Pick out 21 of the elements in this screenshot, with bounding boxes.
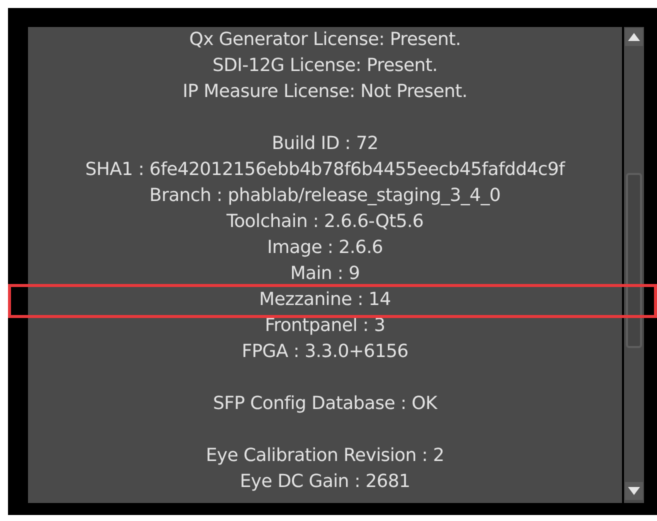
down-arrow-icon — [628, 487, 640, 495]
scroll-down-button[interactable] — [625, 482, 643, 500]
scroll-up-button[interactable] — [625, 28, 643, 46]
info-line: Image : 2.6.6 — [267, 237, 383, 258]
up-arrow-icon — [628, 33, 640, 41]
info-line: SHA1 : 6fe42012156ebb4b78f6b4455eecb45fafdd4c9f — [85, 159, 565, 180]
info-line: Toolchain : 2.6.6-Qt5.6 — [226, 211, 424, 232]
info-line: Branch : phablab/release_staging_3_4_0 — [149, 185, 501, 206]
info-line: SFP Config Database : OK — [213, 393, 437, 414]
info-line: Frontpanel : 3 — [264, 315, 386, 336]
info-line: SDI-12G License: Present. — [212, 55, 438, 76]
info-line: Eye Calibration Revision : 2 — [206, 445, 444, 466]
info-line: Qx Generator License: Present. — [189, 29, 461, 50]
info-line: IP Measure License: Not Present. — [182, 81, 468, 102]
info-line: Main : 9 — [290, 263, 360, 284]
info-line: FPGA : 3.3.0+6156 — [242, 341, 408, 362]
info-line: Build ID : 72 — [272, 133, 378, 154]
info-line: Eye DC Gain : 2681 — [240, 471, 410, 492]
scrollbar[interactable] — [624, 27, 644, 503]
scroll-thumb[interactable] — [626, 173, 642, 348]
info-line: Mezzanine : 14 — [259, 289, 391, 310]
